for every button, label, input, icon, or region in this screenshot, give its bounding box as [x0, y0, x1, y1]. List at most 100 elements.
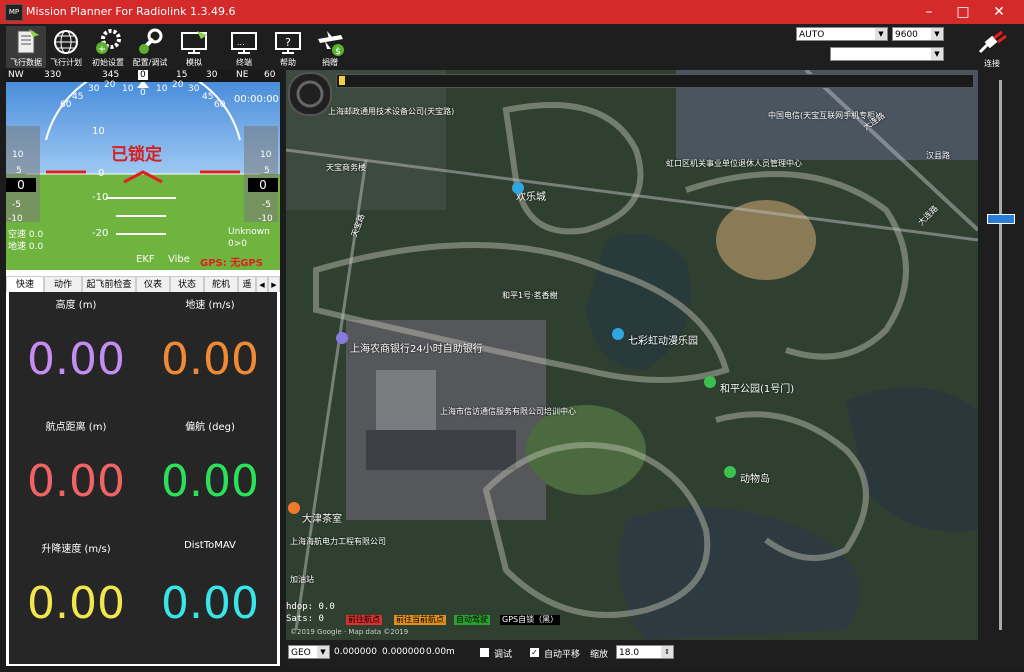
tab-servo[interactable]: 舵机: [204, 276, 238, 292]
map-label: 大津茶室: [302, 514, 342, 525]
zoo-marker-icon[interactable]: [724, 466, 736, 478]
quick-value-groundspeed[interactable]: 0.00: [143, 334, 277, 385]
chevron-down-icon: ▼: [317, 646, 329, 658]
pitch-label: -10: [92, 192, 109, 203]
map-progress-fill: [339, 76, 345, 85]
toolbar-terminal[interactable]: ... 终端: [224, 26, 264, 68]
port-select[interactable]: AUTO ▼: [796, 27, 888, 41]
toolbar-simulation[interactable]: 模拟: [174, 26, 214, 68]
vibe-label[interactable]: Vibe: [168, 254, 190, 265]
speed-tape: 10 5 -5 -10 0: [6, 126, 40, 224]
quick-value-dist-to-mav[interactable]: 0.00: [143, 578, 277, 629]
bank-marker-icon[interactable]: [336, 332, 348, 344]
quick-label-yaw: 偏航 (deg): [185, 422, 235, 433]
zoom-stepper[interactable]: 18.0 ⇕: [616, 645, 674, 659]
poi-marker-icon[interactable]: [512, 182, 524, 194]
quick-label-wp-distance: 航点距离 (m): [45, 422, 107, 433]
tab-scroll-right[interactable]: ▶: [268, 276, 280, 292]
zoom-slider-handle[interactable]: [987, 214, 1015, 224]
ekf-label[interactable]: EKF: [136, 254, 155, 265]
toolbar-label: 帮助: [280, 58, 296, 67]
map-view[interactable]: 上海邮政通用技术设备公司(天宝路) 中国电信(天宝互联网手机专柜) 大连路 天宝…: [286, 70, 978, 640]
speed-scale: 10: [12, 150, 24, 160]
zoom-label: 缩放: [590, 650, 609, 660]
heading-label: 345: [102, 70, 120, 80]
profile-select[interactable]: ▼: [830, 47, 944, 61]
quick-value-altitude[interactable]: 0.00: [9, 334, 143, 385]
debug-checkbox[interactable]: [480, 648, 489, 657]
tab-more[interactable]: 遥: [238, 276, 256, 292]
altitude-tape: 10 5 -5 -10 0: [244, 126, 278, 224]
toolbar-flight-data[interactable]: 飞行数据: [6, 26, 46, 68]
minimize-button[interactable]: –: [912, 0, 946, 24]
toolbar-donate[interactable]: $ 捐赠: [310, 26, 350, 68]
poi-marker-icon[interactable]: [612, 328, 624, 340]
quick-view: 高度 (m) 0.00 地速 (m/s) 0.00 航点距离 (m) 0.00 …: [9, 292, 277, 664]
groundspeed-readout: 地速 0.0: [8, 242, 44, 252]
heading-label: NW: [8, 70, 24, 80]
map-compass[interactable]: [288, 72, 332, 116]
roll-label: 10: [122, 84, 134, 94]
map-label: 上海邮政通用技术设备公司(天宝路): [328, 107, 455, 116]
map-label: 加油站: [290, 575, 314, 584]
tab-scroll-left[interactable]: ◀: [256, 276, 268, 292]
hud-time: 00:00:00: [234, 94, 279, 105]
toolbar-label: 终端: [236, 58, 252, 67]
tab-quick[interactable]: 快速: [6, 276, 44, 292]
roll-label: 45: [202, 92, 214, 102]
tab-actions[interactable]: 动作: [44, 276, 82, 292]
tab-preflight[interactable]: 起飞前检查: [82, 276, 136, 292]
data-tabs: 快速 动作 起飞前检查 仪表 状态 舵机 遥 ◀ ▶: [6, 276, 280, 292]
toolbar-help[interactable]: ? 帮助: [268, 26, 308, 68]
close-button[interactable]: ✕: [982, 0, 1016, 24]
legend-chip: 前往航点: [346, 615, 382, 625]
restaurant-marker-icon[interactable]: [288, 502, 300, 514]
app-icon: MP: [5, 4, 23, 21]
pitch-label: 10: [92, 126, 105, 137]
roll-label: 30: [88, 84, 100, 94]
coord-type-select[interactable]: GEO ▼: [288, 645, 330, 659]
map-label: 虹口区机关事业单位退休人员管理中心: [666, 159, 802, 168]
toolbar-config-tuning[interactable]: 配置/调试: [130, 26, 170, 68]
autopan-checkbox[interactable]: ✓: [530, 648, 539, 657]
toolbar-label: 飞行数据: [10, 58, 42, 67]
park-marker-icon[interactable]: [704, 376, 716, 388]
pitch-label: 0: [98, 168, 105, 179]
baud-select[interactable]: 9600 ▼: [892, 27, 944, 41]
map-label: 七彩虹动漫乐园: [628, 336, 698, 347]
chevron-down-icon: ▼: [931, 48, 943, 60]
map-label: 中国电信(天宝互联网手机专柜): [768, 111, 879, 120]
toolbar-label: 模拟: [186, 58, 202, 67]
roll-label: 20: [172, 80, 184, 90]
baud-select-value: 9600: [895, 30, 918, 40]
hud-display: NW 330 345 0 15 30 NE 60 00:00:00 60 45 …: [6, 70, 280, 270]
connect-button[interactable]: 连接: [972, 30, 1012, 68]
quick-value-yaw[interactable]: 0.00: [143, 456, 277, 507]
hdop-readout: hdop: 0.0: [286, 602, 335, 612]
toolbar-label: 捐赠: [322, 58, 338, 67]
toolbar-flight-plan[interactable]: 飞行计划: [46, 26, 86, 68]
quick-label-dist-to-mav: DistToMAV: [184, 540, 236, 551]
zoom-value: 18.0: [619, 648, 640, 658]
svg-text:...: ...: [237, 38, 245, 47]
toolbar-label: 初始设置: [92, 58, 124, 67]
maximize-button[interactable]: □: [946, 0, 980, 24]
ekf-text: EKF: [136, 254, 155, 265]
quick-value-wp-distance[interactable]: 0.00: [9, 456, 143, 507]
gps-status: GPS: 无GPS: [200, 258, 263, 269]
toolbar-initial-setup[interactable]: + 初始设置: [88, 26, 128, 68]
toolbar-label: 配置/调试: [132, 58, 168, 67]
legend-chip: 前往当前航点: [394, 615, 446, 625]
tab-status[interactable]: 状态: [170, 276, 204, 292]
autopan-label: 自动平移: [544, 650, 581, 660]
left-panel: NW 330 345 0 15 30 NE 60 00:00:00 60 45 …: [6, 70, 280, 666]
quick-value-climb-rate[interactable]: 0.00: [9, 578, 143, 629]
pitch-label: -20: [92, 228, 109, 239]
coord-type-value: GEO: [291, 648, 311, 658]
flight-plan-icon: [54, 30, 78, 54]
roll-label: 60: [214, 100, 226, 110]
help-icon: ?: [275, 32, 301, 54]
tab-gauges[interactable]: 仪表: [136, 276, 170, 292]
legend-chip: 自动驾驶: [454, 615, 490, 625]
arming-status: 已锁定: [111, 145, 162, 165]
